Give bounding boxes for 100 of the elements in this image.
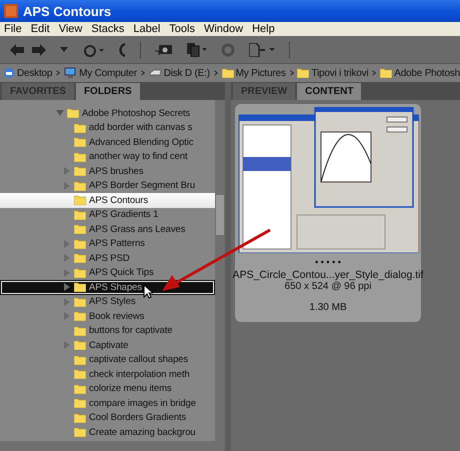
menu-item[interactable]: Window [204, 23, 244, 35]
expander-icon[interactable] [63, 283, 71, 292]
folder-icon [74, 326, 86, 336]
refresh-icon[interactable] [221, 42, 235, 56]
folder-label[interactable]: Create amazing backgrou [89, 426, 196, 438]
copy-icon[interactable] [187, 42, 207, 56]
folder-label[interactable]: APS Styles [89, 296, 136, 308]
menu-item[interactable]: View [58, 23, 82, 35]
folder-label[interactable]: APS PSD [89, 252, 130, 264]
expander-icon[interactable] [63, 312, 71, 320]
expander-icon[interactable] [63, 182, 71, 190]
folder-row[interactable]: APS brushes [0, 164, 215, 178]
folder-row[interactable]: Book reviews [0, 309, 215, 324]
folder-row[interactable]: buttons for captivate [0, 324, 215, 338]
folder-label[interactable]: check interpolation meth [89, 368, 190, 380]
chevron-icon [212, 69, 219, 77]
folder-row[interactable]: APS Quick Tips [0, 266, 215, 280]
folder-icon [74, 122, 86, 133]
drive-icon [148, 68, 162, 78]
menu-item[interactable]: Edit [30, 23, 50, 35]
panel-tab[interactable]: FOLDERS [76, 83, 140, 100]
desktop-icon [3, 67, 15, 79]
folder-row[interactable]: captivate callout shapes [0, 352, 215, 367]
expander-icon[interactable] [63, 268, 71, 277]
expander-icon[interactable] [63, 240, 71, 248]
rating-dots[interactable]: • • • • • [315, 257, 341, 267]
folder-row[interactable]: APS Styles [0, 294, 215, 309]
breadcrumb-link[interactable]: Desktop [17, 68, 52, 78]
folder-label[interactable]: APS brushes [89, 166, 144, 177]
folder-label[interactable]: buttons for captivate [89, 325, 172, 336]
folder-row[interactable]: check interpolation meth [0, 367, 215, 382]
folder-icon [74, 340, 86, 350]
folder-row[interactable]: Captivate [0, 338, 215, 352]
breadcrumb-link[interactable]: Adobe Photosh [394, 68, 460, 78]
menu-item[interactable]: Stacks [91, 23, 124, 35]
folder-row[interactable]: another way to find cent [0, 150, 215, 164]
folder-row[interactable]: APS Contours [0, 193, 215, 208]
folder-label[interactable]: Book reviews [89, 310, 144, 322]
folder-row[interactable]: compare images in bridge [0, 396, 215, 410]
menu-item[interactable]: File [4, 23, 22, 35]
folder-row[interactable]: Advanced Blending Optic [0, 135, 215, 150]
folder-label[interactable]: add border with canvas s [89, 122, 192, 134]
camera-icon[interactable] [155, 42, 173, 56]
expander-icon[interactable] [63, 298, 71, 306]
menu-item[interactable]: Help [252, 23, 275, 35]
app-logo-icon [4, 4, 18, 18]
folder-label[interactable]: Captivate [89, 340, 128, 351]
folder-icon [74, 384, 86, 394]
folder-label[interactable]: another way to find cent [89, 151, 188, 162]
panel-tab[interactable]: CONTENT [297, 83, 362, 100]
scrollbar[interactable] [0, 441, 225, 451]
breadcrumb-link[interactable]: My Computer [79, 68, 137, 78]
folder-row[interactable]: Cool Borders Gradients [0, 410, 215, 425]
folder-icon [74, 354, 86, 365]
expander-icon[interactable] [63, 167, 71, 176]
folder-icon [74, 398, 86, 408]
folder-label[interactable]: Advanced Blending Optic [89, 136, 194, 148]
expander-icon[interactable] [63, 254, 71, 262]
computer-icon [64, 67, 78, 79]
folder-row[interactable]: APS PSD [0, 251, 215, 266]
folder-label[interactable]: APS Gradients 1 [89, 209, 158, 220]
folder-row[interactable]: APS Patterns [0, 236, 215, 251]
folder-label[interactable]: APS Contours [89, 194, 148, 206]
folder-row[interactable]: Create amazing backgrou [0, 425, 215, 440]
folder-label[interactable]: Cool Borders Gradients [89, 412, 186, 424]
folder-row[interactable]: APS Grass ans Leaves [0, 222, 215, 236]
breadcrumb-link[interactable]: Tipovi i trikovi [311, 68, 368, 78]
folder-row[interactable]: APS Shapes [0, 280, 215, 294]
folder-row[interactable]: APS Border Segment Bru [0, 178, 215, 193]
folder-label[interactable]: APS Patterns [89, 238, 145, 250]
document-icon[interactable] [249, 42, 275, 56]
folder-icon [74, 311, 86, 322]
folder-icon [74, 137, 86, 148]
thumbnail-card[interactable]: • • • • • APS_Circle_Contou...yer_Style_dialog.tif 650 x 524 @ 96 ppi 1.30 MB [235, 104, 421, 322]
history-icon[interactable] [82, 42, 104, 56]
breadcrumb-link[interactable]: My Pictures [236, 68, 286, 78]
breadcrumb-link[interactable]: Disk D (E:) [164, 68, 210, 78]
folder-label[interactable]: Adobe Photoshop Secrets [82, 108, 190, 119]
folder-label[interactable]: captivate callout shapes [89, 354, 188, 366]
folder-label[interactable]: APS Grass ans Leaves [89, 224, 186, 235]
folder-row[interactable]: colorize menu items [0, 382, 215, 396]
folder-label[interactable]: compare images in bridge [89, 398, 196, 409]
chevron-icon [288, 69, 294, 77]
menu-item[interactable]: Label [133, 23, 160, 35]
expander-icon[interactable] [56, 109, 64, 118]
file-size: 1.30 MB [309, 302, 347, 313]
folder-row[interactable]: APS Gradients 1 [0, 208, 215, 222]
expander-icon[interactable] [63, 341, 71, 350]
folder-label[interactable]: colorize menu items [89, 383, 172, 394]
folder-icon [380, 68, 392, 78]
rotate-icon[interactable] [118, 42, 126, 56]
scrollbar[interactable] [215, 100, 225, 441]
folder-row[interactable]: add border with canvas s [0, 120, 215, 135]
menu-item[interactable]: Tools [169, 23, 195, 35]
folder-icon [297, 68, 310, 78]
folder-label[interactable]: APS Border Segment Bru [89, 180, 196, 192]
back-forward-icon[interactable] [10, 44, 46, 56]
folder-label[interactable]: APS Quick Tips [89, 267, 154, 278]
folder-label[interactable]: APS Shapes [89, 282, 142, 293]
dropdown-icon[interactable] [60, 47, 68, 52]
